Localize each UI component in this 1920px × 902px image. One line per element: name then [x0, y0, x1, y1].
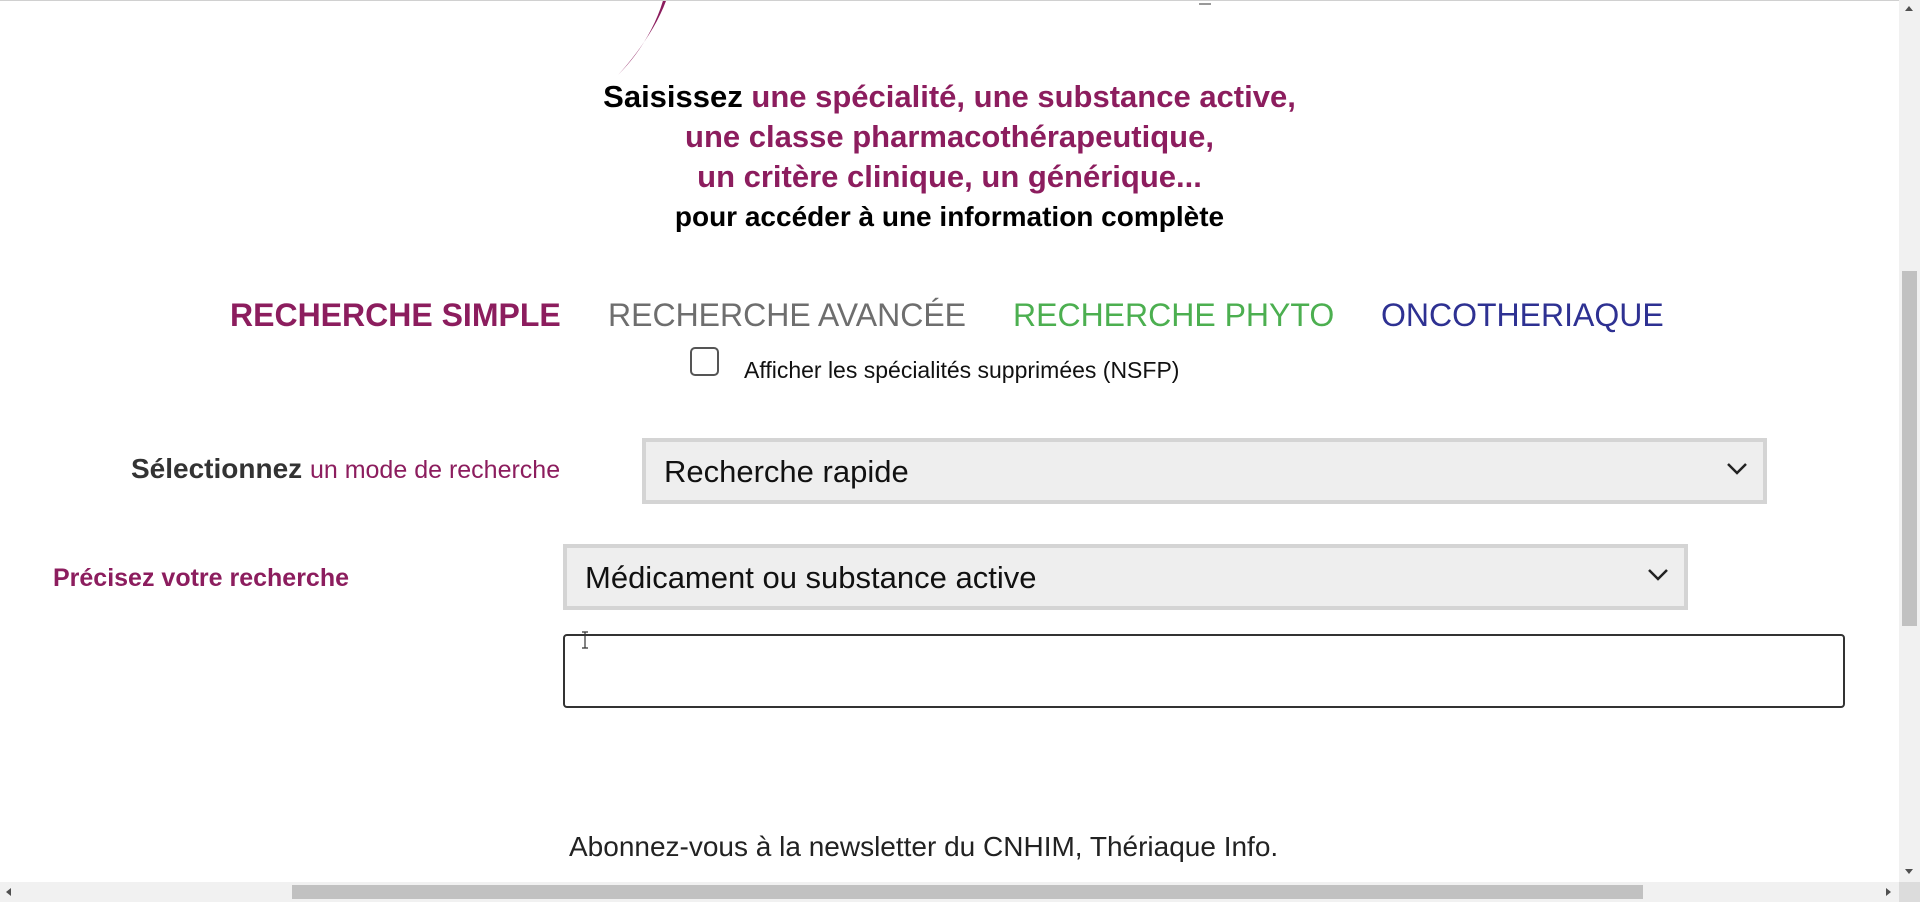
nsfp-label[interactable]: Afficher les spécialités supprimées (NSF… [744, 357, 1179, 384]
search-mode-select[interactable]: Recherche rapide [642, 438, 1767, 504]
scroll-up-icon[interactable] [1905, 6, 1913, 11]
logo-swoosh-icon [618, 1, 666, 75]
mode-label-accent: un mode de recherche [309, 456, 561, 484]
intro-line-4: pour accéder à une information complète [674, 201, 1225, 232]
intro-line-1-text: une spécialité, une substance active, [751, 79, 1296, 114]
tab-oncotheriaque[interactable]: ONCOTHERIAQUE [1381, 297, 1664, 334]
vertical-scroll-thumb[interactable] [1902, 271, 1917, 626]
chevron-down-icon [1648, 569, 1668, 581]
logo-fragment-icon [1199, 3, 1211, 5]
horizontal-scrollbar[interactable] [0, 882, 1899, 902]
search-input[interactable] [563, 634, 1845, 708]
intro-line-1: Saisissez une spécialité, une substance … [0, 77, 1899, 117]
precise-label: Précisez votre recherche [53, 564, 350, 592]
intro-line-3: un critère clinique, un générique... [697, 159, 1202, 194]
mode-label-strong: Sélectionnez [131, 453, 303, 484]
page-viewport: Saisissez une spécialité, une substance … [0, 0, 1899, 883]
intro-lead: Saisissez [603, 79, 743, 114]
nsfp-checkbox[interactable] [690, 347, 719, 376]
tab-recherche-phyto[interactable]: RECHERCHE PHYTO [1013, 297, 1334, 334]
tab-recherche-avancee[interactable]: RECHERCHE AVANCÉE [608, 297, 966, 334]
horizontal-scroll-thumb[interactable] [292, 885, 1643, 899]
scroll-left-icon[interactable] [6, 888, 11, 896]
mode-label: Sélectionnez un mode de recherche [131, 453, 560, 485]
newsletter-text: Abonnez-vous à la newsletter du CNHIM, T… [569, 831, 1279, 862]
intro-line-2: une classe pharmacothérapeutique, [685, 119, 1214, 154]
search-type-value: Médicament ou substance active [585, 560, 1037, 595]
text-cursor-icon [582, 631, 588, 649]
search-tabs: RECHERCHE SIMPLE RECHERCHE AVANCÉE RECHE… [0, 297, 1899, 337]
tab-recherche-simple[interactable]: RECHERCHE SIMPLE [230, 297, 561, 334]
scroll-down-icon[interactable] [1905, 869, 1913, 874]
search-mode-value: Recherche rapide [664, 454, 909, 489]
scrollbar-corner [1899, 882, 1920, 902]
search-type-select[interactable]: Médicament ou substance active [563, 544, 1688, 610]
scroll-right-icon[interactable] [1886, 888, 1891, 896]
vertical-scrollbar[interactable] [1899, 0, 1920, 882]
chevron-down-icon [1727, 463, 1747, 475]
intro-text: Saisissez une spécialité, une substance … [0, 77, 1899, 237]
